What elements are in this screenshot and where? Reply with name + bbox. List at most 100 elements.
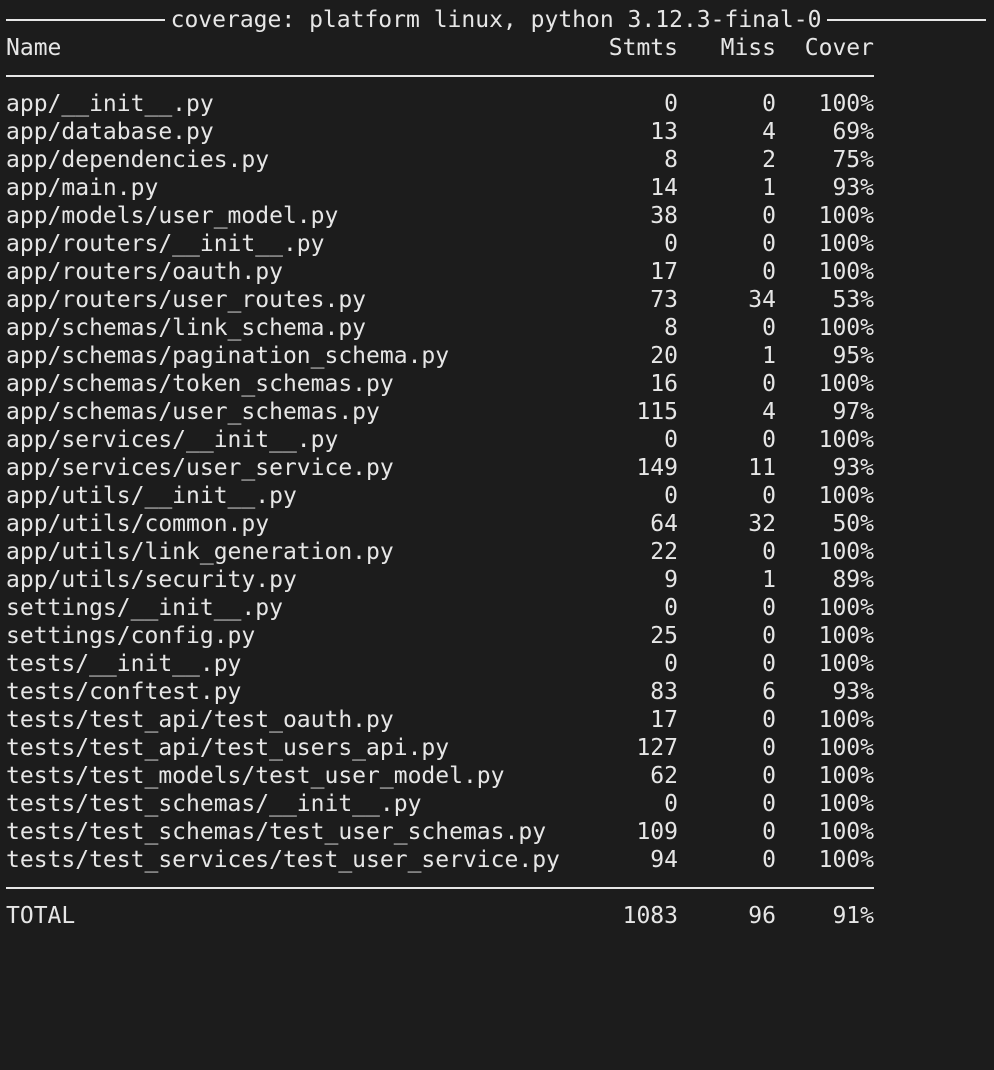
miss-count: 0 (762, 735, 776, 761)
miss-count: 0 (762, 707, 776, 733)
table-row: app/models/user_model.py 38 0 100% (6, 202, 992, 230)
cover-percent: 93% (832, 679, 874, 705)
cover-percent: 100% (818, 203, 874, 229)
file-name: app/routers/__init__.py (6, 231, 325, 257)
cover-percent: 100% (818, 539, 874, 565)
banner-rule-left (6, 19, 165, 21)
file-name: app/services/user_service.py (6, 455, 394, 481)
file-name: app/services/__init__.py (6, 427, 339, 453)
table-row: app/main.py 14 1 93% (6, 174, 992, 202)
cover-percent: 100% (818, 91, 874, 117)
miss-count: 1 (762, 567, 776, 593)
cover-percent: 100% (818, 819, 874, 845)
cover-percent: 100% (818, 735, 874, 761)
miss-count: 0 (762, 371, 776, 397)
table-row: app/utils/common.py 64 32 50% (6, 510, 992, 538)
miss-count: 0 (762, 791, 776, 817)
stmts-count: 0 (664, 595, 678, 621)
banner-rule-right (827, 19, 986, 21)
miss-count: 1 (762, 175, 776, 201)
table-row: tests/test_api/test_oauth.py 17 0 100% (6, 706, 992, 734)
table-row: app/schemas/token_schemas.py 16 0 100% (6, 370, 992, 398)
file-name: tests/test_services/test_user_service.py (6, 847, 560, 873)
miss-count: 32 (748, 511, 776, 537)
total-name: TOTAL (6, 903, 76, 929)
header-cover: Cover (804, 35, 874, 61)
cover-percent: 100% (818, 623, 874, 649)
terminal-output: coverage: platform linux, python 3.12.3-… (6, 6, 992, 930)
stmts-count: 149 (636, 455, 678, 481)
cover-percent: 100% (818, 847, 874, 873)
stmts-count: 0 (664, 791, 678, 817)
cover-percent: 95% (832, 343, 874, 369)
miss-count: 0 (762, 819, 776, 845)
file-name: app/models/user_model.py (6, 203, 339, 229)
banner-text: coverage: platform linux, python 3.12.3-… (170, 7, 822, 33)
file-name: app/utils/security.py (6, 567, 297, 593)
total-stmts: 1083 (622, 903, 678, 929)
stmts-count: 0 (664, 483, 678, 509)
table-row: tests/test_models/test_user_model.py 62 0 1… (6, 762, 992, 790)
table-row: tests/conftest.py 83 6 93% (6, 678, 992, 706)
file-name: app/routers/user_routes.py (6, 287, 367, 313)
table-row: tests/test_api/test_users_api.py 127 0 100% (6, 734, 992, 762)
table-row: app/schemas/user_schemas.py 115 4 97% (6, 398, 992, 426)
file-name: app/dependencies.py (6, 147, 270, 173)
miss-count: 2 (762, 147, 776, 173)
table-row: app/utils/__init__.py 0 0 100% (6, 482, 992, 510)
table-row: app/utils/security.py 9 1 89% (6, 566, 992, 594)
miss-count: 0 (762, 203, 776, 229)
stmts-count: 115 (636, 399, 678, 425)
stmts-count: 73 (650, 287, 678, 313)
table-row: tests/test_schemas/__init__.py 0 0 100% (6, 790, 992, 818)
stmts-count: 13 (650, 119, 678, 145)
total-miss: 96 (748, 903, 776, 929)
file-name: settings/__init__.py (6, 595, 283, 621)
miss-count: 4 (762, 399, 776, 425)
stmts-count: 17 (650, 707, 678, 733)
header-stmts: Stmts (608, 35, 678, 61)
stmts-count: 14 (650, 175, 678, 201)
stmts-count: 83 (650, 679, 678, 705)
table-row: app/routers/oauth.py 17 0 100% (6, 258, 992, 286)
cover-percent: 100% (818, 595, 874, 621)
table-row: app/__init__.py 0 0 100% (6, 90, 992, 118)
file-name: app/routers/oauth.py (6, 259, 283, 285)
stmts-count: 62 (650, 763, 678, 789)
miss-count: 1 (762, 343, 776, 369)
file-name: tests/test_models/test_user_model.py (6, 763, 505, 789)
miss-count: 0 (762, 595, 776, 621)
cover-percent: 97% (832, 399, 874, 425)
cover-percent: 100% (818, 231, 874, 257)
cover-percent: 100% (818, 791, 874, 817)
file-name: app/database.py (6, 119, 214, 145)
miss-count: 0 (762, 427, 776, 453)
file-name: app/utils/__init__.py (6, 483, 297, 509)
stmts-count: 8 (664, 315, 678, 341)
file-name: settings/config.py (6, 623, 256, 649)
cover-percent: 69% (832, 119, 874, 145)
file-name: tests/__init__.py (6, 651, 242, 677)
header-name: Name (6, 35, 62, 61)
stmts-count: 20 (650, 343, 678, 369)
cover-percent: 100% (818, 259, 874, 285)
cover-percent: 100% (818, 315, 874, 341)
table-row: app/utils/link_generation.py 22 0 100% (6, 538, 992, 566)
stmts-count: 17 (650, 259, 678, 285)
stmts-count: 0 (664, 231, 678, 257)
cover-percent: 100% (818, 427, 874, 453)
coverage-banner: coverage: platform linux, python 3.12.3-… (6, 6, 986, 34)
file-name: app/utils/common.py (6, 511, 270, 537)
cover-percent: 53% (832, 287, 874, 313)
miss-count: 0 (762, 259, 776, 285)
stmts-count: 8 (664, 147, 678, 173)
file-name: app/schemas/user_schemas.py (6, 399, 380, 425)
file-name: tests/test_schemas/test_user_schemas.py (6, 819, 547, 845)
cover-percent: 75% (832, 147, 874, 173)
table-row: app/dependencies.py 8 2 75% (6, 146, 992, 174)
table-row: app/routers/user_routes.py 73 34 53% (6, 286, 992, 314)
stmts-count: 0 (664, 91, 678, 117)
file-name: app/schemas/pagination_schema.py (6, 343, 450, 369)
table-header: Name Stmts Miss Cover (6, 34, 992, 62)
miss-count: 0 (762, 539, 776, 565)
